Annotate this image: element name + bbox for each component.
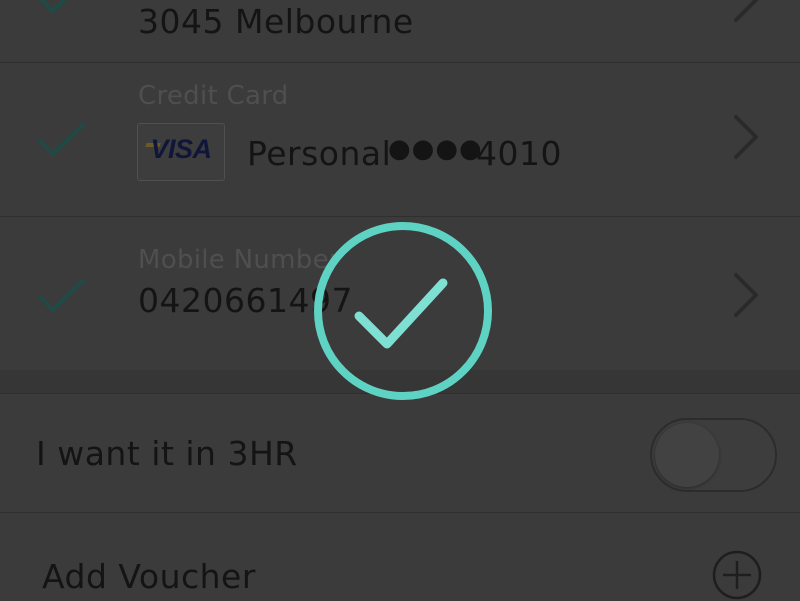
chevron-right-icon[interactable] <box>728 0 764 24</box>
chevron-right-icon[interactable] <box>728 271 764 319</box>
three-hr-toggle[interactable] <box>650 418 777 492</box>
toggle-knob[interactable] <box>655 423 719 487</box>
check-circle-icon <box>313 221 493 401</box>
check-icon <box>36 277 88 317</box>
address-value: 3045 Melbourne <box>138 2 414 41</box>
mobile-number-label: Mobile Number <box>138 245 340 275</box>
card-mask: ●●●● <box>388 134 483 164</box>
check-icon <box>36 121 88 161</box>
add-voucher-row[interactable]: Add Voucher <box>0 513 800 600</box>
card-name: Personal <box>247 134 392 173</box>
check-icon <box>36 0 88 18</box>
checkout-screen: 3045 Melbourne Credit Card VISA Personal… <box>0 0 800 600</box>
chevron-right-icon[interactable] <box>728 113 764 161</box>
visa-logo: VISA <box>137 123 225 181</box>
card-last4: 4010 <box>476 134 562 173</box>
visa-brand-text: VISA <box>150 134 212 164</box>
address-row[interactable]: 3045 Melbourne <box>0 0 800 62</box>
three-hr-label: I want it in 3HR <box>36 434 298 473</box>
add-voucher-plus-icon[interactable] <box>711 549 763 601</box>
add-voucher-label: Add Voucher <box>42 557 256 596</box>
credit-card-label: Credit Card <box>138 81 289 111</box>
